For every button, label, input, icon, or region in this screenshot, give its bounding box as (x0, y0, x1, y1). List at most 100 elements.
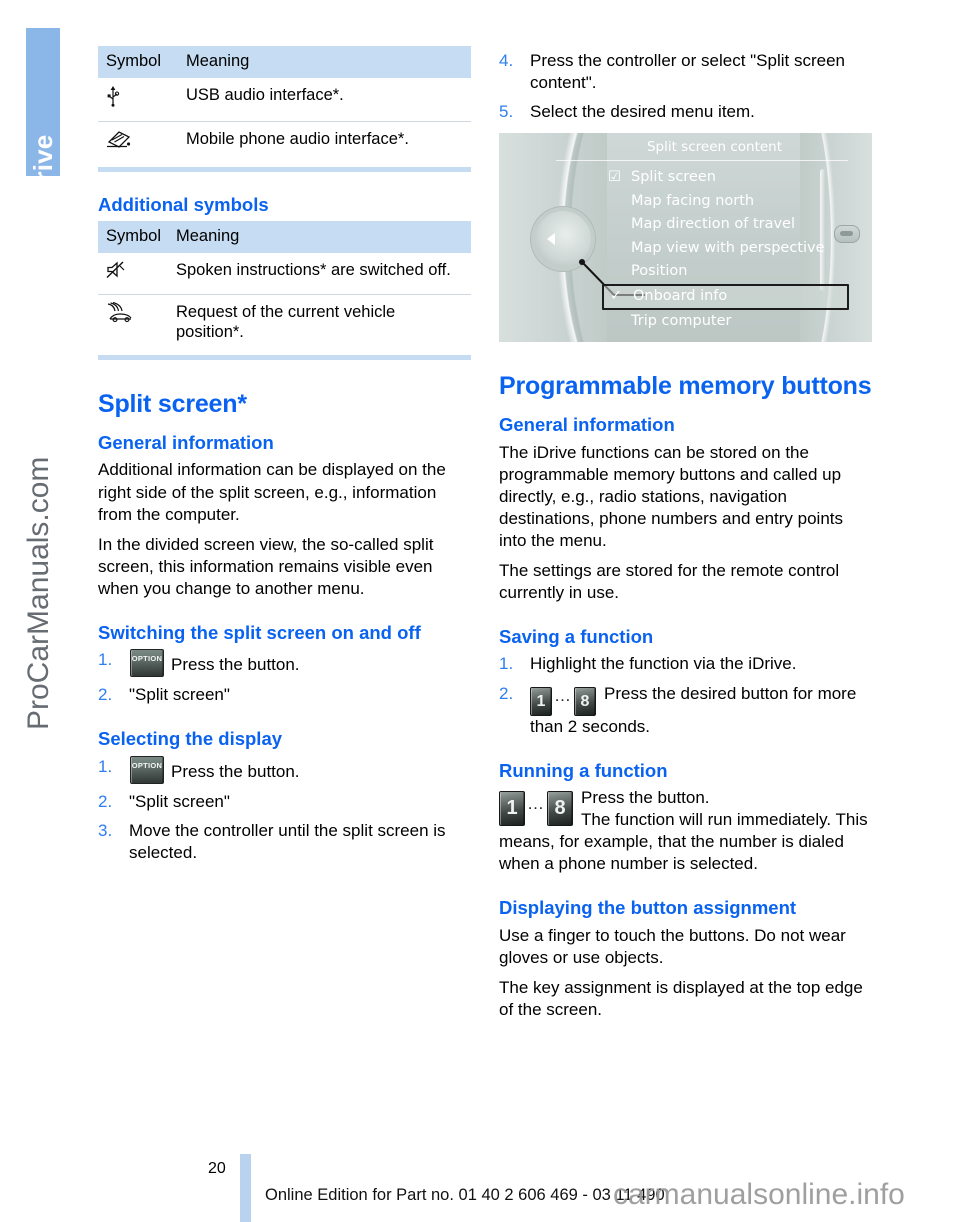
table-row: Spoken instructions* are switched off. (98, 252, 471, 295)
footer-text: Online Edition for Part no. 01 40 2 606 … (265, 1186, 665, 1204)
running-paragraph: 1… 8 Press the button. The function will … (499, 787, 872, 875)
ellipsis: … (527, 793, 545, 813)
step-text: "Split screen" (129, 791, 230, 811)
heading-switching-split-screen: Switching the split screen on and off (98, 622, 421, 643)
table-row: USB audio interface*. (98, 78, 471, 122)
table-header-row: Symbol Meaning (98, 46, 471, 78)
paragraph: The settings are stored for the remote c… (499, 561, 840, 603)
idrive-menu-item-map-direction-of-travel[interactable]: Map direction of travel (608, 213, 853, 237)
checkbox-checked-icon: ☑ (608, 169, 621, 186)
idrive-screen-title: Split screen content (646, 139, 783, 156)
idrive-menu-item-position[interactable]: Position (608, 260, 853, 284)
option-button-icon[interactable]: OPTION (130, 649, 164, 678)
step-item: 1… 8 Press the desired button for more tha… (499, 683, 872, 738)
step-item: OPTION Press the button. (98, 649, 471, 678)
table-cell-meaning: Request of the current vehicle position*… (176, 302, 396, 342)
step-text: Press the controller or select "Split sc… (530, 51, 845, 93)
step-text: Move the controller until the split scre… (129, 820, 446, 862)
idrive-menu-item-map-facing-north[interactable]: Map facing north (608, 190, 853, 214)
heading-additional-symbols: Additional symbols (98, 193, 269, 215)
footer-accent-bar (240, 1154, 251, 1222)
usb-icon (98, 78, 178, 122)
vehicle-position-request-icon-svg (107, 301, 132, 322)
paragraph: Use a finger to touch the buttons. Do no… (499, 925, 846, 967)
speaker-muted-icon-svg (106, 261, 125, 278)
paragraph: The key assignment is displayed at the t… (499, 977, 863, 1019)
idrive-menu-item-label: Split screen (631, 169, 716, 186)
side-watermark: ProCarManuals.com (22, 456, 55, 730)
option-button-label: OPTION (131, 654, 163, 664)
table-cell-meaning: Mobile phone audio interface*. (186, 129, 409, 148)
running-line-one: Press the button. (581, 787, 710, 807)
steps-continued: Press the controller or select "Split sc… (499, 50, 872, 123)
memory-button-1[interactable]: 1 (530, 686, 552, 716)
ellipsis: … (554, 685, 572, 705)
idrive-menu-item-split-screen[interactable]: ☑ Split screen (608, 166, 853, 190)
footer-watermark: carmanualsonline.info (613, 1178, 905, 1211)
manual-page: iDrive ProCarManuals.com Symbol Meaning (0, 0, 960, 1222)
steps-selecting: OPTION Press the button. "Split screen" M… (98, 755, 471, 864)
memory-button-8[interactable]: 8 (574, 686, 596, 716)
memory-button-range-icon: 1… 8 (499, 790, 573, 826)
memory-button-1[interactable]: 1 (499, 790, 525, 826)
table-cell-meaning: Spoken instructions* are switched off. (168, 252, 471, 295)
heading-displaying-button-assignment: Displaying the button assignment (499, 897, 797, 919)
table-bottom-rule (98, 166, 471, 172)
check-icon: ✓ (610, 287, 623, 304)
page-title-split-screen: Split screen* (98, 390, 247, 419)
idrive-menu-item-label: Position (631, 263, 688, 280)
table-cell-meaning: USB audio interface*. (178, 78, 471, 122)
page-title-memory-buttons: Programmable memory buttons (499, 372, 872, 401)
column-header-symbol: Symbol (98, 220, 168, 253)
left-column: Symbol Meaning USB audio interface*. Mob… (98, 46, 471, 871)
step-item: Press the controller or select "Split sc… (499, 50, 872, 94)
step-item: Highlight the function via the iDrive. (499, 653, 872, 675)
step-text: Press the button. (171, 761, 300, 781)
option-button-icon[interactable]: OPTION (130, 755, 164, 784)
idrive-menu-item-label: Onboard info (633, 287, 728, 304)
table-bottom-rule (98, 355, 471, 361)
idrive-menu-item-label: Map direction of travel (631, 216, 796, 233)
idrive-menu-item-label: Map view with perspective (631, 239, 825, 256)
heading-selecting-display: Selecting the display (98, 728, 283, 750)
page-number: 20 (208, 1160, 226, 1177)
heading-general-information: General information (98, 432, 274, 454)
column-header-meaning: Meaning (178, 46, 471, 78)
step-item: Select the desired menu item. (499, 101, 872, 123)
idrive-screen-illustration: Split screen content ☑ Split screen Map … (499, 133, 872, 343)
step-text: Press the button. (171, 655, 300, 675)
step-text: Select the desired menu item. (530, 102, 755, 122)
idrive-title-rule (556, 160, 848, 162)
paragraph: In the divided screen view, the so-calle… (98, 534, 434, 598)
mobile-phone-audio-icon (98, 121, 178, 162)
paragraph: The iDrive functions can be stored on th… (499, 442, 844, 550)
steps-saving: Highlight the function via the iDrive. 1… (499, 653, 872, 737)
idrive-menu-item-label: Trip computer (631, 312, 732, 329)
step-item: "Split screen" (98, 684, 471, 706)
heading-saving-a-function: Saving a function (499, 626, 654, 648)
mobile-phone-audio-icon-svg (107, 130, 131, 148)
step-item: "Split screen" (98, 791, 471, 813)
idrive-menu-list: ☑ Split screen Map facing north Map dire… (602, 166, 853, 334)
step-text: "Split screen" (129, 685, 230, 705)
paragraph: Additional information can be displayed … (98, 460, 446, 524)
right-column: Press the controller or select "Split sc… (499, 46, 872, 1029)
idrive-menu-item-trip-computer[interactable]: Trip computer (608, 310, 853, 334)
usb-icon-svg (107, 86, 120, 107)
idrive-menu-item-map-view-with-perspective[interactable]: Map view with perspective (608, 237, 853, 261)
column-header-symbol: Symbol (98, 46, 178, 78)
option-button-label: OPTION (131, 760, 163, 770)
symbol-table-one: Symbol Meaning USB audio interface*. Mob… (98, 46, 471, 163)
symbol-table-two: Symbol Meaning Spoken instructions* are … (98, 220, 471, 351)
heading-running-a-function: Running a function (499, 759, 668, 781)
step-item: OPTION Press the button. (98, 755, 471, 784)
column-header-meaning: Meaning (168, 220, 471, 253)
idrive-menu-item-label: Map facing north (631, 192, 755, 209)
heading-general-information: General information (499, 414, 675, 436)
left-arrow-icon (547, 233, 555, 246)
memory-button-range-icon: 1… 8 (530, 683, 596, 716)
steps-switching: OPTION Press the button. "Split screen" (98, 649, 471, 706)
memory-button-8[interactable]: 8 (547, 790, 573, 826)
idrive-menu-item-onboard-info[interactable]: ✓ Onboard info (602, 283, 849, 310)
table-header-row: Symbol Meaning (98, 220, 471, 253)
